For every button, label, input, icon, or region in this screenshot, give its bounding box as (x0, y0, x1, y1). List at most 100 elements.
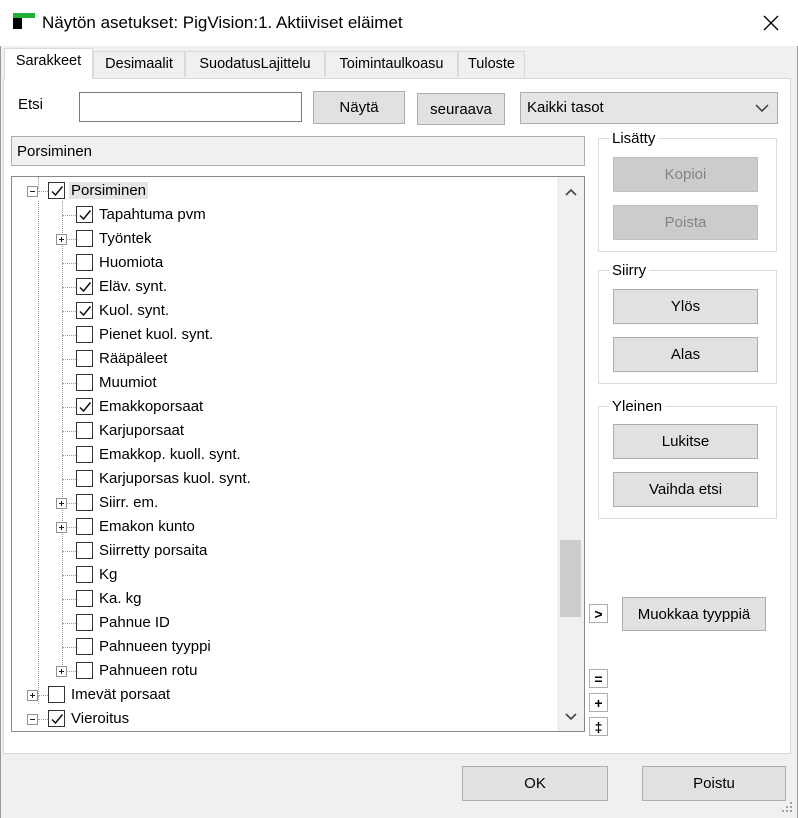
checkbox[interactable] (76, 422, 93, 439)
expand-icon[interactable] (56, 522, 67, 533)
window-title: Näytön asetukset: PigVision:1. Aktiivise… (42, 13, 403, 32)
toggle-tree-button[interactable]: ‡ (589, 717, 608, 736)
tree-node[interactable]: Kuol. synt. (12, 299, 557, 323)
checkbox[interactable] (76, 350, 93, 367)
tree-node[interactable]: Huomiota (12, 251, 557, 275)
checkbox[interactable] (76, 518, 93, 535)
resize-grip-icon[interactable] (778, 798, 794, 814)
checkbox-checked[interactable] (76, 206, 93, 223)
tab-function-layout[interactable]: Toimintaulkoasu (325, 51, 458, 77)
checkbox[interactable] (76, 614, 93, 631)
tree-node[interactable]: Karjuporsas kuol. synt. (12, 467, 557, 491)
tree-node[interactable]: Ka. kg (12, 587, 557, 611)
tree-node[interactable]: Pahnueen tyyppi (12, 635, 557, 659)
tree-node[interactable]: Emakon kunto (12, 515, 557, 539)
added-group-title: Lisätty (609, 130, 659, 147)
checkbox[interactable] (76, 662, 93, 679)
tree-node[interactable]: Tapahtuma pvm (12, 203, 557, 227)
tree-scrollbar[interactable] (557, 177, 584, 731)
tree-connector (62, 359, 76, 360)
tree-node[interactable]: Emakkop. kuoll. synt. (12, 443, 557, 467)
tree-connector (38, 191, 48, 192)
checkbox-checked[interactable] (48, 710, 65, 727)
checkbox-checked[interactable] (76, 302, 93, 319)
tree-node-label: Karjuporsaat (99, 422, 185, 439)
expand-icon[interactable] (56, 498, 67, 509)
collapse-all-button[interactable]: = (589, 669, 608, 688)
tree-node[interactable]: Eläv. synt. (12, 275, 557, 299)
close-icon (763, 15, 779, 31)
remove-button[interactable]: Poista (613, 205, 758, 240)
tree-node[interactable]: Työntek (12, 227, 557, 251)
search-input[interactable] (79, 92, 302, 122)
tree-node[interactable]: Siirr. em. (12, 491, 557, 515)
tree-node-label: Siirr. em. (99, 494, 159, 511)
close-button[interactable] (748, 0, 794, 46)
search-label: Etsi (18, 96, 44, 113)
expand-icon[interactable] (56, 666, 67, 677)
move-up-button[interactable]: Ylös (613, 289, 758, 324)
lock-button[interactable]: Lukitse (613, 424, 758, 459)
tree-node[interactable]: Pahnueen rotu (12, 659, 557, 683)
checkbox[interactable] (76, 638, 93, 655)
tree-connector (62, 287, 76, 288)
tree-node[interactable]: Porsiminen (12, 179, 557, 203)
tree-node[interactable]: Emakkoporsaat (12, 395, 557, 419)
checkbox[interactable] (76, 446, 93, 463)
switch-search-button[interactable]: Vaihda etsi (613, 472, 758, 507)
checkbox[interactable] (76, 230, 93, 247)
tab-columns[interactable]: Sarakkeet (4, 48, 93, 79)
checkbox[interactable] (76, 566, 93, 583)
expand-all-button[interactable]: + (589, 693, 608, 712)
next-button[interactable]: seuraava (417, 93, 505, 125)
tree-connector (62, 479, 76, 480)
checkbox-checked[interactable] (76, 278, 93, 295)
checkbox[interactable] (76, 542, 93, 559)
checkbox[interactable] (76, 494, 93, 511)
tab-filter-sort[interactable]: SuodatusLajittelu (185, 51, 325, 77)
checkbox-checked[interactable] (76, 398, 93, 415)
edit-type-arrow-button[interactable]: > (589, 604, 608, 623)
tree-node-label: Muumiot (99, 374, 157, 391)
checkbox[interactable] (76, 326, 93, 343)
tab-decimals[interactable]: Desimaalit (93, 51, 185, 77)
copy-button[interactable]: Kopioi (613, 157, 758, 192)
checkbox[interactable] (76, 470, 93, 487)
tree-connector (62, 647, 76, 648)
tree-node-label: Pienet kuol. synt. (99, 326, 214, 343)
checkbox[interactable] (76, 374, 93, 391)
checkbox[interactable] (76, 590, 93, 607)
exit-button[interactable]: Poistu (642, 766, 786, 801)
tree-node[interactable]: Kg (12, 563, 557, 587)
show-button[interactable]: Näytä (313, 91, 405, 124)
tree-node[interactable]: Imevät porsaat (12, 683, 557, 707)
title-bar: Näytön asetukset: PigVision:1. Aktiivise… (0, 0, 798, 46)
column-tree[interactable]: Porsiminen Tapahtuma pvm Työntek Huomiota El… (11, 176, 585, 732)
tree-node-label: Eläv. synt. (99, 278, 168, 295)
tab-print[interactable]: Tuloste (458, 51, 525, 77)
tree-connector (62, 599, 76, 600)
tree-node[interactable]: Vieroitus (12, 707, 557, 731)
expand-icon[interactable] (27, 690, 38, 701)
chevron-up-icon (564, 188, 577, 196)
collapse-icon[interactable] (27, 714, 38, 725)
ok-button[interactable]: OK (462, 766, 608, 801)
tree-node[interactable]: Rääpäleet (12, 347, 557, 371)
checkbox[interactable] (48, 686, 65, 703)
move-down-button[interactable]: Alas (613, 337, 758, 372)
scroll-up-button[interactable] (557, 180, 584, 204)
tree-node[interactable]: Muumiot (12, 371, 557, 395)
tree-node[interactable]: Pahnue ID (12, 611, 557, 635)
level-select[interactable]: Kaikki tasot (520, 92, 778, 124)
checkbox-checked[interactable] (48, 182, 65, 199)
collapse-icon[interactable] (27, 186, 38, 197)
tree-node[interactable]: Pienet kuol. synt. (12, 323, 557, 347)
tree-node[interactable]: Karjuporsaat (12, 419, 557, 443)
scroll-down-button[interactable] (557, 705, 584, 729)
tree-node[interactable]: Siirretty porsaita (12, 539, 557, 563)
edit-type-button[interactable]: Muokkaa tyyppiä (622, 597, 766, 631)
expand-icon[interactable] (56, 234, 67, 245)
scroll-thumb[interactable] (560, 540, 581, 617)
level-select-value: Kaikki tasot (527, 99, 604, 116)
checkbox[interactable] (76, 254, 93, 271)
